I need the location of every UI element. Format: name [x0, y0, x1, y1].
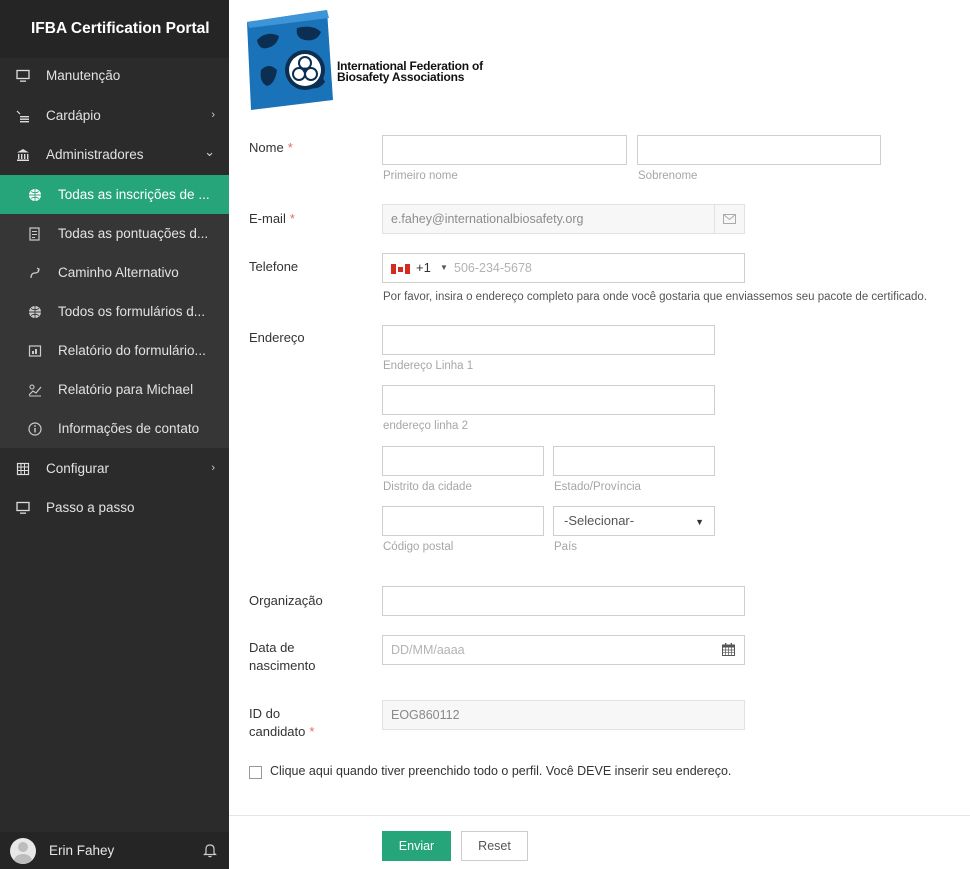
ifba-logo — [247, 10, 335, 113]
chevron-right-icon: › — [211, 462, 215, 474]
caret-down-icon[interactable]: ▼ — [440, 263, 448, 272]
email-value: e.fahey@internationalbiosafety.org — [391, 212, 584, 226]
monitor-icon — [14, 68, 32, 84]
required-mark: * — [287, 140, 293, 155]
chevron-right-icon: › — [211, 109, 215, 121]
chevron-down-icon: ⌄ — [204, 144, 215, 159]
sidebar-item-cardapio[interactable]: Cardápio › — [0, 96, 229, 135]
logo-org-name: International Federation of Biosafety As… — [337, 59, 483, 84]
first-name-input[interactable] — [382, 135, 627, 165]
candidate-id-label: ID do candidato * — [249, 706, 315, 739]
sidebar-item-label: Todas as inscrições de ... — [58, 187, 210, 202]
sidebar-item-caminho-alternativo[interactable]: Caminho Alternativo — [0, 253, 229, 292]
form-divider — [229, 815, 970, 816]
organization-input[interactable] — [382, 586, 745, 616]
sidebar-item-label: Configurar — [46, 461, 110, 476]
city-caption: Distrito da cidade — [383, 481, 472, 493]
canada-flag-icon[interactable] — [391, 264, 410, 274]
address-line1-caption: Endereço Linha 1 — [383, 360, 474, 372]
name-label: Nome * — [249, 140, 293, 155]
sidebar-item-label: Relatório para Michael — [58, 382, 194, 397]
dob-label: Data de nascimento — [249, 640, 316, 673]
sidebar-item-todos-formularios[interactable]: Todos os formulários d... — [0, 292, 229, 331]
user-name[interactable]: Erin Fahey — [49, 843, 114, 858]
sidebar-item-administradores[interactable]: Administradores ⌄ — [0, 135, 229, 174]
sidebar-item-relatorio-formulario[interactable]: Relatório do formulário... — [0, 331, 229, 370]
address-label: Endereço — [249, 330, 305, 345]
dial-code[interactable]: +1 — [416, 260, 431, 275]
sidebar-item-todas-inscricoes[interactable]: Todas as inscrições de ... — [0, 175, 229, 214]
sidebar-item-configurar[interactable]: Configurar › — [0, 449, 229, 488]
email-field[interactable]: e.fahey@internationalbiosafety.org — [382, 204, 745, 234]
globe-icon — [26, 187, 44, 203]
city-input[interactable] — [382, 446, 544, 476]
sidebar-item-label: Administradores — [46, 147, 144, 162]
user-chart-icon — [26, 382, 44, 398]
state-caption: Estado/Província — [554, 481, 641, 493]
last-name-caption: Sobrenome — [638, 170, 698, 182]
calendar-icon[interactable] — [722, 643, 735, 659]
monitor-icon — [14, 500, 32, 516]
grid-icon — [14, 461, 32, 477]
organization-label: Organização — [249, 593, 323, 608]
address-help-text: Por favor, insira o endereço completo pa… — [383, 291, 928, 303]
state-input[interactable] — [553, 446, 715, 476]
phone-placeholder: 506-234-5678 — [454, 261, 532, 275]
postal-code-input[interactable] — [382, 506, 544, 536]
sidebar-item-relatorio-michael[interactable]: Relatório para Michael — [0, 370, 229, 409]
address-line1-input[interactable] — [382, 325, 715, 355]
globe-icon — [26, 304, 44, 320]
email-label: E-mail * — [249, 211, 295, 226]
submit-button[interactable]: Enviar — [382, 831, 451, 861]
chart-icon — [26, 343, 44, 359]
envelope-icon — [714, 205, 744, 233]
sidebar-item-passo-a-passo[interactable]: Passo a passo — [0, 488, 229, 527]
caret-down-icon: ▼ — [695, 517, 704, 527]
sidebar-item-label: Cardápio — [46, 108, 101, 123]
country-selected-value: -Selecionar- — [564, 513, 635, 528]
sidebar-item-manutencao[interactable]: Manutenção — [0, 56, 229, 95]
profile-complete-label[interactable]: Clique aqui quando tiver preenchido todo… — [270, 764, 731, 778]
required-mark: * — [309, 724, 315, 739]
app-title: IFBA Certification Portal — [0, 0, 229, 58]
address-line2-input[interactable] — [382, 385, 715, 415]
sidebar-item-informacoes-contato[interactable]: Informações de contato — [0, 409, 229, 448]
dob-placeholder: DD/MM/aaaa — [391, 643, 465, 657]
sidebar: IFBA Certification Portal Manutenção Car… — [0, 0, 229, 869]
candidate-id-field[interactable]: EOG860112 — [382, 700, 745, 730]
country-caption: País — [554, 541, 578, 553]
reset-button[interactable]: Reset — [461, 831, 528, 861]
bank-icon — [14, 147, 32, 163]
menu-list-icon — [14, 108, 32, 124]
phone-field[interactable]: +1 ▼ 506-234-5678 — [382, 253, 745, 283]
required-mark: * — [289, 211, 295, 226]
sidebar-item-label: Passo a passo — [46, 500, 135, 515]
sidebar-item-label: Caminho Alternativo — [58, 265, 179, 280]
sidebar-item-todas-pontuacoes[interactable]: Todas as pontuações d... — [0, 214, 229, 253]
report-icon — [26, 226, 44, 242]
sidebar-item-label: Manutenção — [46, 68, 121, 83]
address-line2-caption: endereço linha 2 — [383, 420, 469, 432]
user-footer: Erin Fahey — [0, 832, 229, 869]
info-icon — [26, 421, 44, 437]
last-name-input[interactable] — [637, 135, 881, 165]
first-name-caption: Primeiro nome — [383, 170, 458, 182]
sidebar-item-label: Todas as pontuações d... — [58, 226, 209, 241]
candidate-id-value: EOG860112 — [391, 708, 460, 722]
postal-code-caption: Código postal — [383, 541, 454, 553]
profile-complete-checkbox[interactable] — [249, 766, 262, 779]
avatar[interactable] — [10, 837, 36, 864]
bell-icon[interactable] — [203, 842, 217, 861]
country-select[interactable]: -Selecionar- ▼ — [553, 506, 715, 536]
sidebar-item-label: Todos os formulários d... — [58, 304, 206, 319]
dob-input[interactable]: DD/MM/aaaa — [382, 635, 745, 665]
sidebar-item-label: Relatório do formulário... — [58, 343, 206, 358]
sidebar-item-label: Informações de contato — [58, 421, 200, 436]
phone-label: Telefone — [249, 259, 299, 274]
route-icon — [26, 265, 44, 281]
